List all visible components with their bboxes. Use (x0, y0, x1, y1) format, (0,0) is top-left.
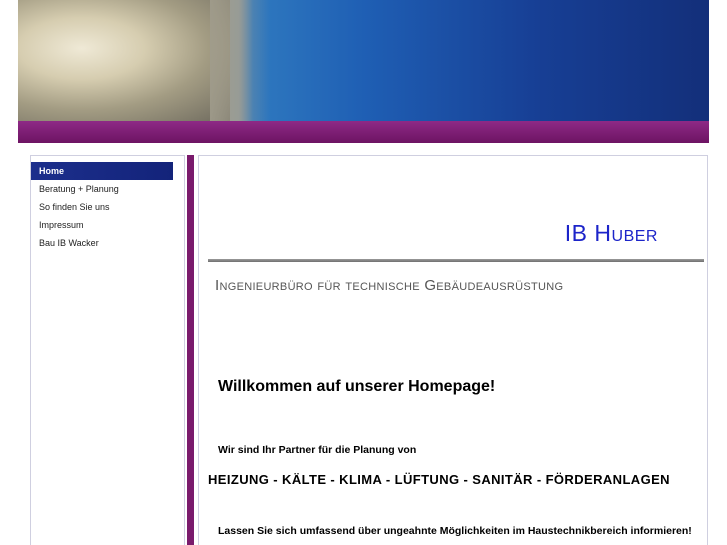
brand-title: IB Huber (565, 220, 658, 247)
sidebar-item-bau-ib-wacker[interactable]: Bau IB Wacker (31, 234, 173, 252)
brand-initials: IB (564, 220, 595, 246)
header-photo-fade (210, 0, 270, 121)
services-list: HEIZUNG - KÄLTE - KLIMA - LÜFTUNG - SANI… (208, 472, 670, 487)
info-text: Lassen Sie sich umfassend über ungeahnte… (218, 525, 692, 537)
brand-name: Huber (594, 220, 658, 246)
partner-text: Wir sind Ihr Partner für die Planung von (218, 444, 417, 456)
header-accent-bar (18, 121, 709, 143)
vertical-divider (187, 155, 194, 545)
welcome-heading: Willkommen auf unserer Homepage! (218, 378, 496, 395)
sidebar-item-home[interactable]: Home (31, 162, 173, 180)
header-photo (18, 0, 230, 121)
sidebar-item-so-finden-sie-uns[interactable]: So finden Sie uns (31, 198, 173, 216)
sidebar-item-beratung-planung[interactable]: Beratung + Planung (31, 180, 173, 198)
brand-divider (208, 259, 704, 262)
main-content: IB Huber Ingenieurbüro für technische Ge… (198, 155, 708, 545)
sidebar-nav: Home Beratung + Planung So finden Sie un… (30, 155, 185, 545)
header-banner-image (18, 0, 709, 121)
page-subtitle: Ingenieurbüro für technische Gebäudeausr… (215, 277, 564, 294)
sidebar-item-impressum[interactable]: Impressum (31, 216, 173, 234)
